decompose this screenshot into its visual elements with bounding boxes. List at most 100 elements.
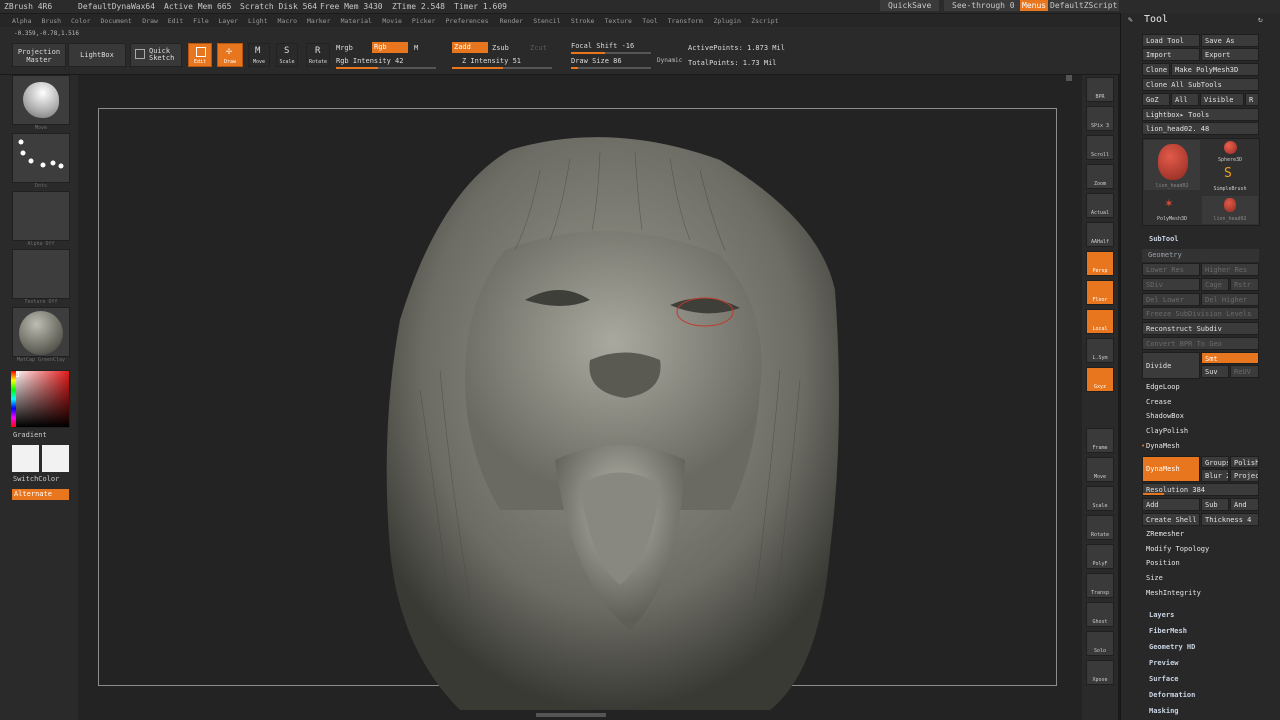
load-tool-button[interactable]: Load Tool [1142,34,1200,47]
bpr-button[interactable]: BPR [1086,77,1114,102]
rstr-button[interactable]: Rstr [1230,278,1259,291]
scroll-button[interactable]: Scroll [1086,135,1114,160]
convert-bpr-button[interactable]: Convert BPR To Geo [1142,337,1259,350]
masking-section[interactable]: Masking [1149,707,1179,715]
goz-all-button[interactable]: All [1171,93,1199,106]
thickness-slider[interactable]: Thickness 4 [1201,513,1259,526]
projection-master-button[interactable]: Projection Master [12,43,66,67]
freeze-subdivision-button[interactable]: Freeze SubDivision Levels [1142,307,1259,320]
menu-preferences[interactable]: Preferences [446,17,489,25]
draw-size-slider[interactable] [571,67,651,69]
sym-b-button[interactable] [1086,412,1114,428]
material-selector[interactable] [12,307,70,357]
scale-button[interactable]: Scale [1086,486,1114,511]
alternate-toggle[interactable]: Alternate [12,489,69,500]
palette-refresh-icon[interactable]: ↻ [1258,15,1263,24]
goz-button[interactable]: GoZ [1142,93,1170,106]
brush-selector[interactable] [12,75,70,125]
local-button[interactable]: Local [1086,309,1114,334]
goz-visible-button[interactable]: Visible [1200,93,1244,106]
divide-button[interactable]: Divide [1142,352,1200,379]
xpose-button[interactable]: Xpose [1086,660,1114,685]
aahalf-button[interactable]: AAHalf [1086,222,1114,247]
mrgb-toggle[interactable]: Mrgb [336,44,353,52]
clone-button[interactable]: Clone [1142,63,1170,76]
menu-brush[interactable]: Brush [42,17,62,25]
crease-section[interactable]: Crease [1146,398,1171,406]
layers-section[interactable]: Layers [1149,611,1174,619]
transp-button[interactable]: Transp [1086,573,1114,598]
del-higher-button[interactable]: Del Higher [1201,293,1259,306]
edit-mode-button[interactable]: Edit [188,43,212,67]
zadd-toggle[interactable]: Zadd [452,42,488,53]
del-lower-button[interactable]: Del Lower [1142,293,1200,306]
scale-mode-button[interactable]: S Scale [276,43,298,67]
dynamesh-toggle[interactable]: DynaMesh [1142,456,1200,482]
rgb-intensity-slider[interactable] [336,67,436,69]
menu-texture[interactable]: Texture [605,17,632,25]
gradient-toggle[interactable]: Gradient [13,431,47,439]
move-mode-button[interactable]: M Move [248,43,270,67]
cage-button[interactable]: Cage [1201,278,1229,291]
viewport-resize-handle[interactable] [1066,75,1072,81]
lightbox-button[interactable]: LightBox [68,43,126,67]
main-color-swatch[interactable] [12,445,39,472]
import-button[interactable]: Import [1142,48,1200,61]
save-as-button[interactable]: Save As [1201,34,1259,47]
hue-strip[interactable] [11,371,16,427]
export-button[interactable]: Export [1201,48,1259,61]
menu-stencil[interactable]: Stencil [533,17,560,25]
move-button[interactable]: Move [1086,457,1114,482]
quick-sketch-button[interactable]: Quick Sketch [130,43,182,67]
gxyz-button[interactable]: Gxyz [1086,367,1114,392]
secondary-color-swatch[interactable] [42,445,69,472]
menu-file[interactable]: File [193,17,209,25]
preview-section[interactable]: Preview [1149,659,1179,667]
geometry-section-header[interactable]: Geometry [1142,249,1259,262]
lion-head-mesh[interactable] [300,130,920,710]
make-polymesh-button[interactable]: Make PolyMesh3D [1171,63,1259,76]
menu-zplugin[interactable]: Zplugin [714,17,741,25]
add-button[interactable]: Add [1142,498,1200,511]
menu-tool[interactable]: Tool [642,17,658,25]
focal-shift-slider[interactable] [571,52,651,54]
stroke-selector[interactable] [12,133,70,183]
menu-picker[interactable]: Picker [412,17,435,25]
and-button[interactable]: And [1230,498,1259,511]
menus-toggle[interactable]: Menus [1020,0,1049,11]
see-through-slider[interactable]: See-through 0 [944,0,1023,11]
zoom-button[interactable]: Zoom [1086,164,1114,189]
lsym-button[interactable]: L.Sym [1086,338,1114,363]
sdiv-slider[interactable]: SDiv [1142,278,1200,291]
frame-button[interactable]: Frame [1086,428,1114,453]
clone-all-subtools-button[interactable]: Clone All SubTools [1142,78,1259,91]
menu-stroke[interactable]: Stroke [571,17,594,25]
polyf-button[interactable]: PolyF [1086,544,1114,569]
z-intensity-slider[interactable] [452,67,552,69]
rotate-mode-button[interactable]: R Rotate [306,43,330,67]
goz-r-button[interactable]: R [1245,93,1259,106]
lower-res-button[interactable]: Lower Res [1142,263,1200,276]
menu-material[interactable]: Material [341,17,372,25]
modify-topology-section[interactable]: Modify Topology [1146,545,1209,553]
claypolish-section[interactable]: ClayPolish [1146,427,1188,435]
smt-toggle[interactable]: Smt [1201,352,1259,364]
menu-movie[interactable]: Movie [382,17,402,25]
color-picker[interactable] [11,370,70,428]
tool-thumb-simplebrush[interactable]: S SimpleBrush [1202,166,1258,194]
alpha-selector[interactable] [12,191,70,241]
menu-document[interactable]: Document [101,17,132,25]
reuv-toggle[interactable]: ReUV [1230,365,1259,378]
edgeloop-section[interactable]: EdgeLoop [1146,383,1180,391]
menu-edit[interactable]: Edit [168,17,184,25]
current-tool-slider[interactable]: lion_head02. 48 [1142,122,1259,135]
groups-toggle[interactable]: Groups [1201,456,1229,468]
tool-thumb-lion-head[interactable]: lion_head02 [1144,140,1200,190]
menu-alpha[interactable]: Alpha [12,17,32,25]
tool-search-icon[interactable]: ✎ [1128,15,1133,24]
fibermesh-section[interactable]: FiberMesh [1149,627,1187,635]
menu-draw[interactable]: Draw [142,17,158,25]
deformation-section[interactable]: Deformation [1149,691,1195,699]
subtool-section[interactable]: SubTool [1149,235,1179,243]
ghost-button[interactable]: Ghost [1086,602,1114,627]
